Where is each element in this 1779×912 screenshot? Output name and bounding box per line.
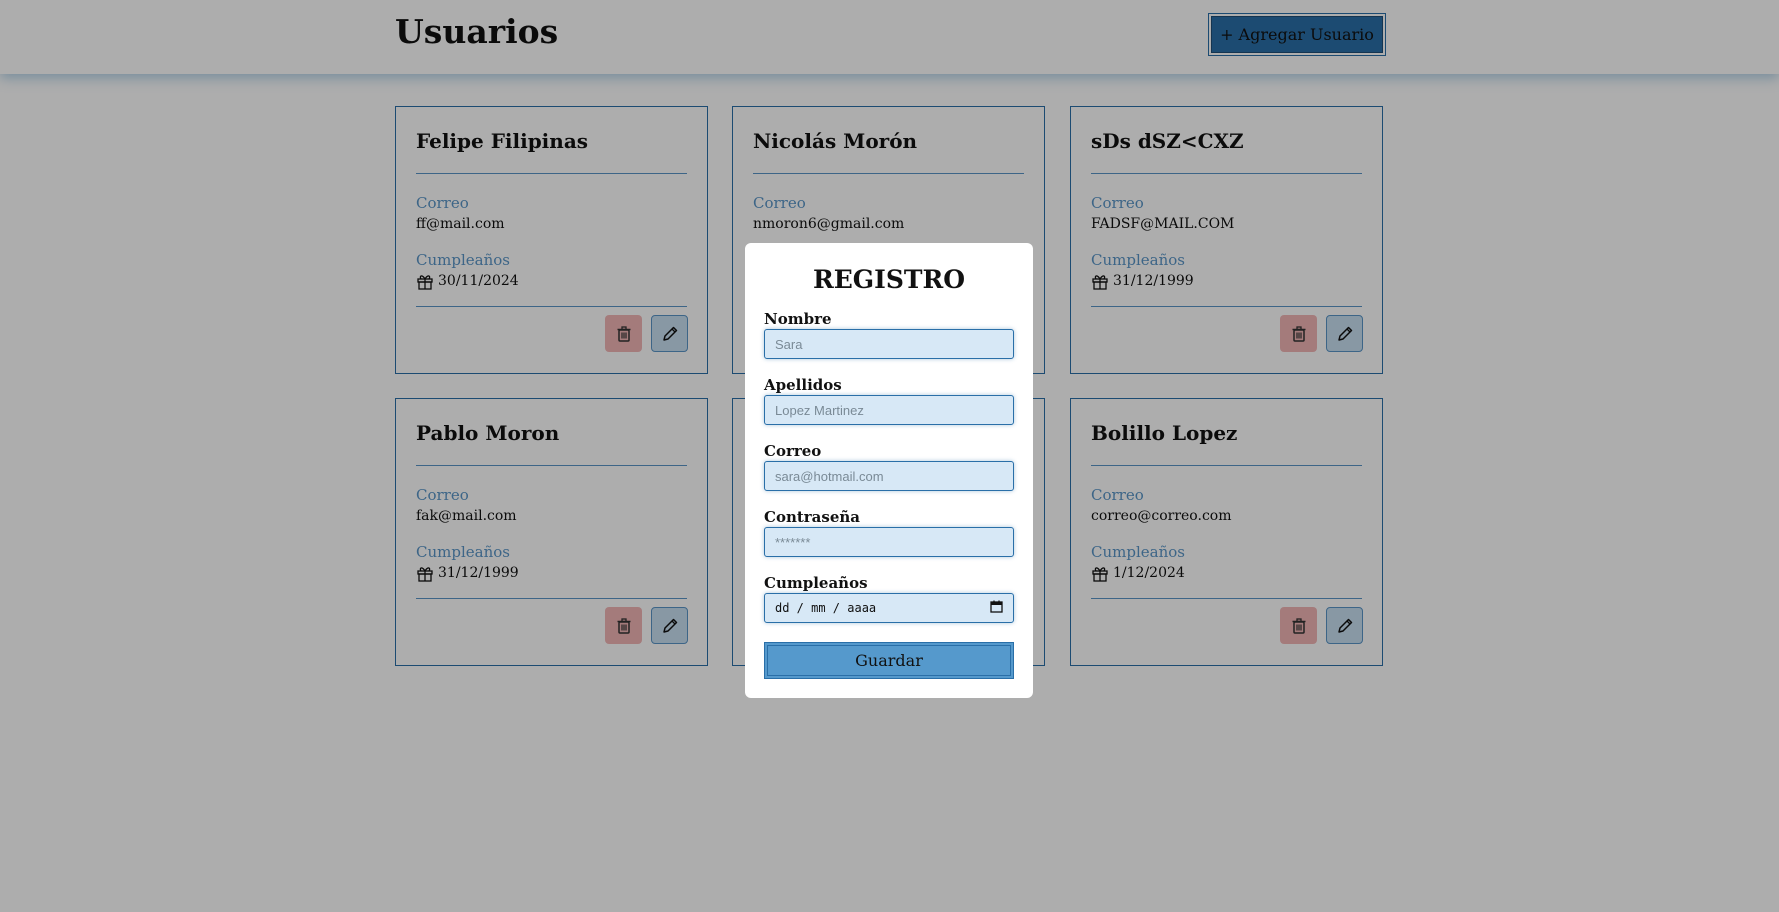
calendar-icon[interactable] bbox=[990, 600, 1003, 616]
correo-label: Correo bbox=[764, 442, 822, 460]
nombre-input[interactable] bbox=[764, 329, 1014, 359]
apellidos-input[interactable] bbox=[764, 395, 1014, 425]
apellidos-label: Apellidos bbox=[764, 376, 842, 394]
register-modal: REGISTRO Nombre Apellidos Correo Contras… bbox=[745, 243, 1033, 698]
date-placeholder: dd / mm / aaaa bbox=[775, 601, 877, 615]
password-input[interactable] bbox=[764, 527, 1014, 557]
cumpleanos-label: Cumpleaños bbox=[764, 574, 868, 592]
nombre-label: Nombre bbox=[764, 310, 832, 328]
save-button[interactable]: Guardar bbox=[764, 642, 1014, 679]
birthday-date-input[interactable]: dd / mm / aaaa bbox=[764, 593, 1014, 623]
correo-input[interactable] bbox=[764, 461, 1014, 491]
contrasena-label: Contraseña bbox=[764, 508, 861, 526]
modal-title: REGISTRO bbox=[812, 265, 966, 294]
